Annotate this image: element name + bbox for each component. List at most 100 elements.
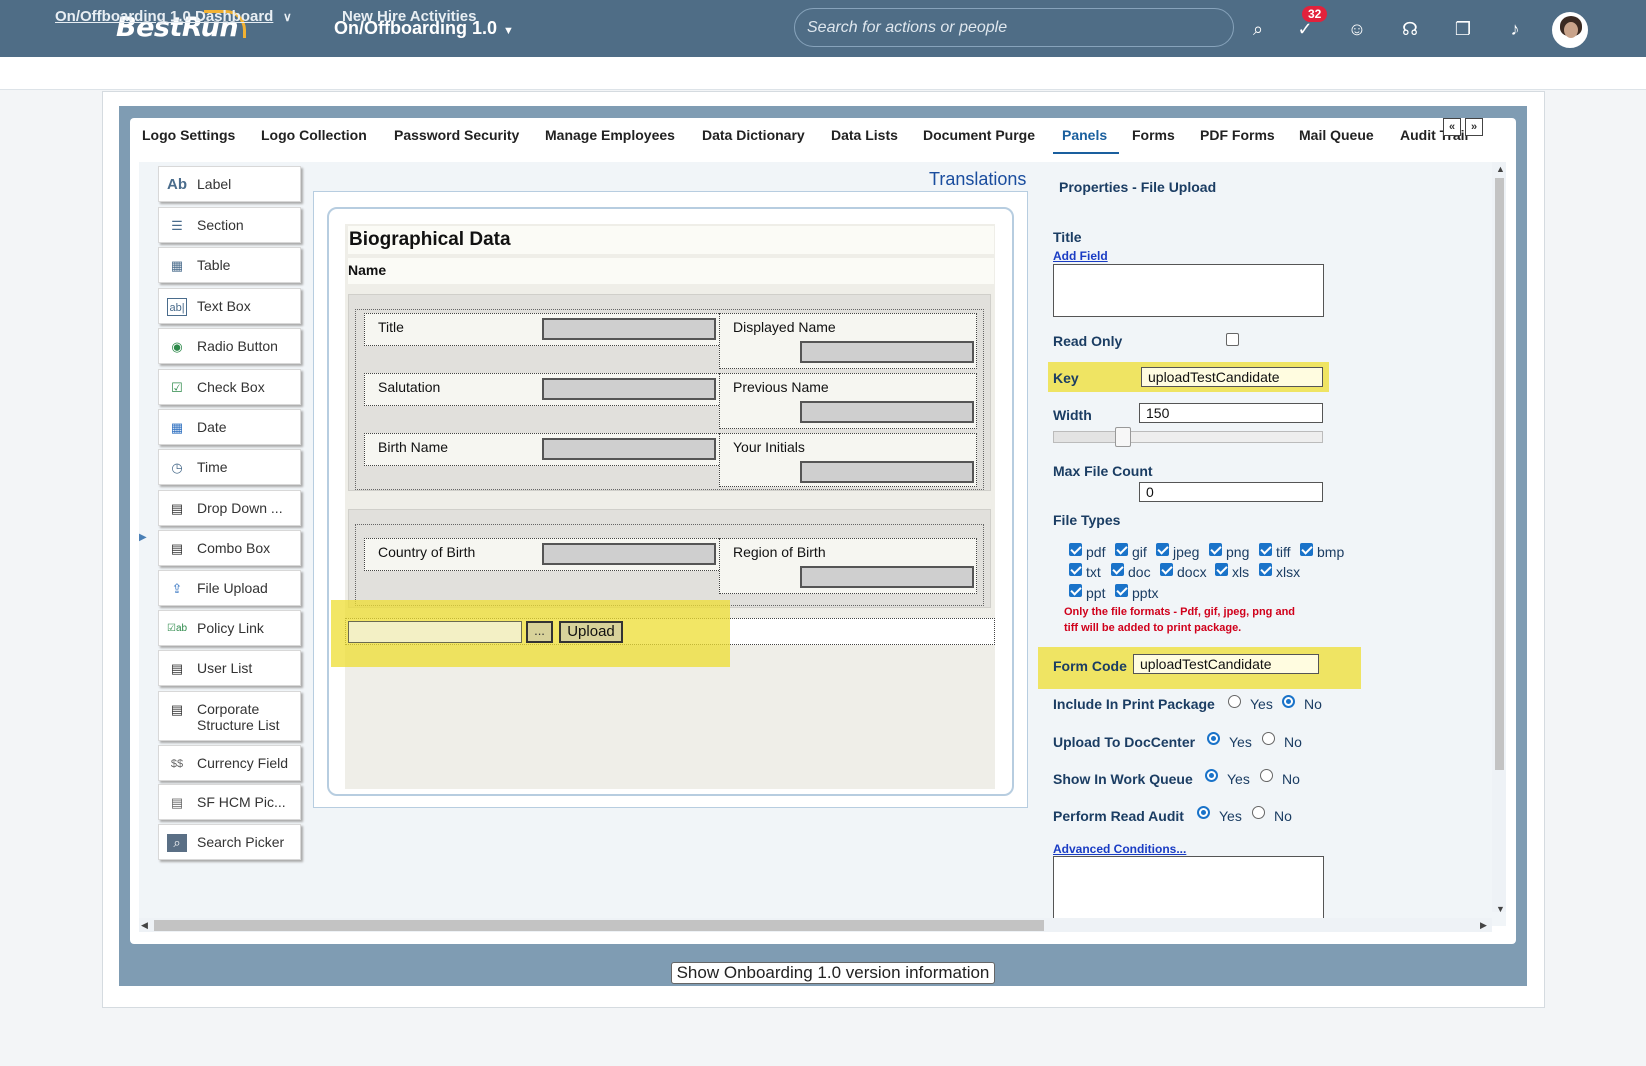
upload-doccenter-yes-radio[interactable] — [1207, 732, 1220, 745]
title-textarea[interactable] — [1053, 264, 1324, 317]
form-code-input[interactable]: uploadTestCandidate — [1133, 654, 1319, 674]
user-list-icon: ▤ — [170, 661, 184, 676]
file-type-jpeg-checkbox[interactable] — [1156, 543, 1169, 556]
palette-policy-link[interactable]: ☑ab Policy Link — [158, 610, 301, 646]
palette-corporate-structure-list[interactable]: ▤ Corporate Structure List — [158, 691, 301, 741]
salutation-input — [542, 378, 716, 400]
title-input — [542, 318, 716, 340]
advanced-conditions-textarea[interactable] — [1053, 856, 1324, 918]
version-info-button[interactable]: Show Onboarding 1.0 version information — [671, 962, 995, 984]
palette-search-picker[interactable]: ⌕ Search Picker — [158, 824, 301, 860]
upload-doccenter-no-radio[interactable] — [1262, 732, 1275, 745]
palette-table[interactable]: ▦ Table — [158, 247, 301, 283]
width-slider-handle[interactable] — [1115, 427, 1131, 447]
scroll-right-icon[interactable]: ▶ — [1480, 920, 1487, 931]
browse-button[interactable]: ... — [526, 621, 553, 643]
region-of-birth-input — [800, 566, 974, 588]
file-type-docx-checkbox[interactable] — [1160, 563, 1173, 576]
show-work-queue-no-radio[interactable] — [1260, 769, 1273, 782]
tab-pdf-forms[interactable]: PDF Forms — [1200, 127, 1275, 143]
expand-palette-icon[interactable]: ▶ — [139, 532, 147, 543]
read-audit-no-radio[interactable] — [1252, 806, 1265, 819]
max-file-count-label: Max File Count — [1053, 463, 1153, 479]
calendar-icon: ▦ — [170, 420, 184, 435]
subnav-new-hire[interactable]: New Hire Activities — [342, 8, 477, 25]
palette-sf-hcm-picker[interactable]: ▤ SF HCM Pic... — [158, 784, 301, 820]
vertical-scrollbar[interactable] — [1492, 162, 1506, 912]
palette-combo-box[interactable]: ▤ Combo Box — [158, 530, 301, 566]
scroll-left-icon[interactable]: ◀ — [141, 920, 148, 931]
chat-icon[interactable]: ☺ — [1345, 17, 1369, 41]
clock-icon: ◷ — [171, 460, 183, 475]
scroll-down-icon[interactable]: ▼ — [1496, 904, 1505, 914]
tab-logo-collection[interactable]: Logo Collection — [261, 127, 367, 143]
country-of-birth-input — [542, 543, 716, 565]
include-print-label: Include In Print Package — [1053, 696, 1215, 712]
file-type-pdf-checkbox[interactable] — [1069, 543, 1082, 556]
tab-panels[interactable]: Panels — [1062, 127, 1107, 143]
tab-data-lists[interactable]: Data Lists — [831, 127, 898, 143]
tabs-prev-button[interactable]: « — [1443, 118, 1461, 136]
tab-forms[interactable]: Forms — [1132, 127, 1175, 143]
form-code-label: Form Code — [1053, 658, 1127, 674]
palette-radio-button[interactable]: ◉ Radio Button — [158, 328, 301, 364]
include-print-no-radio[interactable] — [1282, 695, 1295, 708]
palette-file-upload[interactable]: ⇪ File Upload — [158, 570, 301, 606]
structure-list-icon: ▤ — [170, 702, 184, 717]
translations-link[interactable]: Translations — [929, 169, 1026, 190]
read-only-checkbox[interactable] — [1226, 333, 1239, 346]
palette-user-list[interactable]: ▤ User List — [158, 650, 301, 686]
tabs-next-button[interactable]: » — [1465, 118, 1483, 136]
upload-file-input[interactable] — [348, 621, 522, 643]
add-field-link[interactable]: Add Field — [1053, 249, 1108, 263]
width-label: Width — [1053, 407, 1092, 423]
avatar[interactable] — [1552, 12, 1588, 48]
section-icon: ☰ — [171, 218, 183, 233]
file-type-png-checkbox[interactable] — [1209, 543, 1222, 556]
file-type-doc-checkbox[interactable] — [1111, 563, 1124, 576]
width-input[interactable]: 150 — [1139, 403, 1323, 423]
file-upload-icon: ⇪ — [171, 581, 183, 596]
max-file-count-input[interactable]: 0 — [1139, 482, 1323, 502]
file-type-xlsx-checkbox[interactable] — [1259, 563, 1272, 576]
chevron-down-icon[interactable]: ∨ — [283, 10, 292, 24]
key-input[interactable]: uploadTestCandidate — [1141, 367, 1323, 387]
search-icon[interactable]: ⌕ — [1246, 17, 1270, 41]
upload-button[interactable]: Upload — [559, 621, 623, 643]
read-audit-yes-radio[interactable] — [1197, 806, 1210, 819]
tab-manage-employees[interactable]: Manage Employees — [545, 127, 675, 143]
file-type-tiff-checkbox[interactable] — [1259, 543, 1272, 556]
palette-time[interactable]: ◷ Time — [158, 449, 301, 485]
tab-logo-settings[interactable]: Logo Settings — [142, 127, 235, 143]
subnav-dashboard[interactable]: On/Offboarding 1.0 Dashboard — [55, 8, 273, 25]
policy-link-icon: ☑ab — [167, 623, 188, 634]
palette-text-box[interactable]: ab| Text Box — [158, 288, 301, 324]
palette-section[interactable]: ☰ Section — [158, 207, 301, 243]
bell-icon[interactable]: ♪ — [1503, 17, 1527, 41]
file-type-gif-checkbox[interactable] — [1115, 543, 1128, 556]
palette-currency-field[interactable]: $$ Currency Field — [158, 745, 301, 781]
file-type-txt-checkbox[interactable] — [1069, 563, 1082, 576]
show-work-queue-yes-radio[interactable] — [1205, 769, 1218, 782]
palette-check-box[interactable]: ☑ Check Box — [158, 369, 301, 405]
file-type-ppt-checkbox[interactable] — [1069, 584, 1082, 597]
tab-document-purge[interactable]: Document Purge — [923, 127, 1035, 143]
include-print-yes-radio[interactable] — [1228, 695, 1241, 708]
advanced-conditions-link[interactable]: Advanced Conditions... — [1053, 842, 1186, 856]
file-type-pptx-checkbox[interactable] — [1115, 584, 1128, 597]
help-icon[interactable]: ❐ — [1451, 17, 1475, 41]
scroll-up-icon[interactable]: ▲ — [1496, 164, 1505, 174]
tab-mail-queue[interactable]: Mail Queue — [1299, 127, 1374, 143]
palette-drop-down[interactable]: ▤ Drop Down ... — [158, 490, 301, 526]
tab-data-dictionary[interactable]: Data Dictionary — [702, 127, 805, 143]
tab-password-security[interactable]: Password Security — [394, 127, 519, 143]
horizontal-scrollbar[interactable] — [139, 918, 1492, 932]
palette-date[interactable]: ▦ Date — [158, 409, 301, 445]
search-input[interactable]: Search for actions or people — [794, 8, 1234, 47]
file-type-xls-checkbox[interactable] — [1215, 563, 1228, 576]
file-type-bmp-checkbox[interactable] — [1300, 543, 1313, 556]
palette-label[interactable]: Ab Label — [158, 166, 301, 202]
headset-icon[interactable]: ☊ — [1398, 17, 1422, 41]
label-icon: Ab — [167, 176, 187, 193]
notification-badge: 32 — [1302, 6, 1328, 22]
